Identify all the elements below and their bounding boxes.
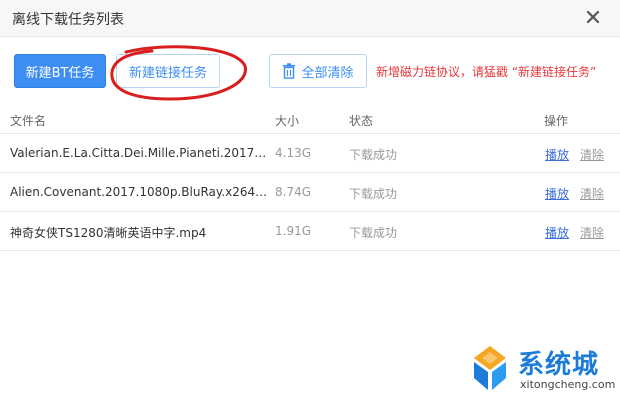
task-table: 文件名 大小 状态 操作 Valerian.E.La.Citta.Dei.Mil…: [0, 105, 620, 251]
watermark: 系统城 xitongcheng.com: [466, 340, 616, 398]
watermark-title: 系统城: [518, 350, 600, 380]
new-bt-task-label: 新建BT任务: [25, 65, 95, 81]
magnet-hint-text: 新增磁力链协议，请猛戳 “新建链接任务”: [376, 65, 597, 79]
file-status: 下载成功: [349, 187, 398, 201]
dialog-title: 离线下载任务列表: [12, 12, 124, 28]
play-link[interactable]: 播放: [545, 185, 569, 202]
clear-all-label: 全部清除: [301, 65, 354, 81]
file-name: 神奇女侠TS1280清晰英语中字.mp4: [10, 226, 207, 240]
play-link[interactable]: 播放: [545, 224, 569, 241]
trash-icon: [283, 63, 296, 79]
column-operations: 操作: [544, 114, 569, 128]
table-row[interactable]: Valerian.E.La.Citta.Dei.Mille.Pianeti.20…: [0, 134, 620, 173]
file-size: 1.91G: [275, 224, 312, 238]
toolbar: 新建BT任务 新建链接任务 全部清除 新增磁力链协议，请猛戳 “新建链接任务”: [0, 37, 620, 105]
file-name: Valerian.E.La.Citta.Dei.Mille.Pianeti.20…: [10, 146, 268, 160]
file-size: 4.13G: [275, 146, 312, 160]
xitongcheng-logo-icon: [474, 346, 506, 390]
column-filename: 文件名: [10, 114, 47, 128]
column-status: 状态: [349, 114, 374, 128]
watermark-url: xitongcheng.com: [520, 378, 616, 391]
close-icon[interactable]: [582, 6, 604, 28]
new-bt-task-button[interactable]: 新建BT任务: [14, 54, 106, 88]
file-status: 下载成功: [349, 226, 398, 240]
file-size: 8.74G: [275, 185, 312, 199]
table-header: 文件名 大小 状态 操作: [0, 105, 620, 134]
play-link[interactable]: 播放: [545, 146, 569, 163]
table-row[interactable]: 神奇女侠TS1280清晰英语中字.mp4 1.91G 下载成功 播放 清除: [0, 212, 620, 251]
clear-link[interactable]: 清除: [580, 185, 604, 202]
file-name: Alien.Covenant.2017.1080p.BluRay.x264-SP…: [10, 185, 268, 199]
column-size: 大小: [275, 114, 300, 128]
file-status: 下载成功: [349, 148, 398, 162]
table-row[interactable]: Alien.Covenant.2017.1080p.BluRay.x264-SP…: [0, 173, 620, 212]
clear-link[interactable]: 清除: [580, 146, 604, 163]
new-link-task-label: 新建链接任务: [128, 65, 207, 81]
new-link-task-button[interactable]: 新建链接任务: [116, 54, 220, 88]
dialog-titlebar: 离线下载任务列表: [0, 0, 620, 37]
clear-all-button[interactable]: 全部清除: [269, 54, 367, 88]
offline-download-dialog: 离线下载任务列表 新建BT任务 新建链接任务 全部清除 新增磁力链协议，请猛戳 …: [0, 0, 620, 400]
clear-link[interactable]: 清除: [580, 224, 604, 241]
